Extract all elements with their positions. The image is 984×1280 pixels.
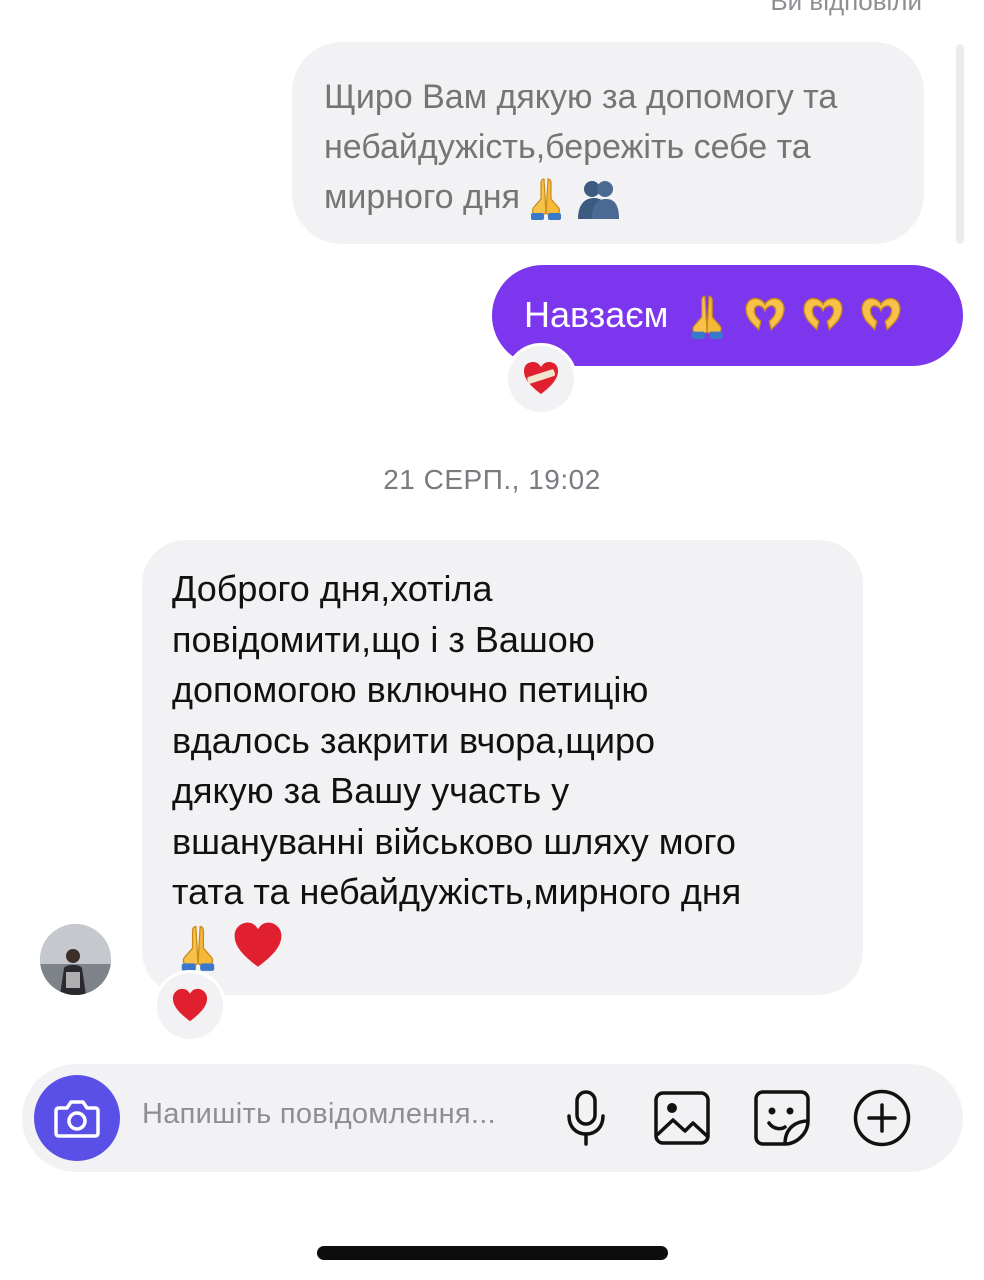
home-indicator[interactable]	[317, 1246, 668, 1260]
quoted-text-line: небайдужість,бережіть себе та	[324, 128, 811, 166]
microphone-icon	[564, 1089, 608, 1147]
gallery-icon	[653, 1090, 711, 1146]
chat-timestamp: 21 СЕРП., 19:02	[383, 464, 601, 495]
reaction-red-heart[interactable]	[154, 970, 226, 1042]
chat-screen: Ви відповіли Щиро Вам дякую за допомогу …	[0, 0, 984, 1280]
sent-message-text: Навзаєм	[524, 294, 669, 335]
message-input[interactable]: Напишіть повідомлення...	[142, 1098, 496, 1131]
camera-icon	[53, 1098, 101, 1138]
red-heart-icon	[171, 987, 209, 1025]
message-composer: Напишіть повідомлення...	[22, 1064, 963, 1172]
microphone-button[interactable]	[556, 1088, 616, 1148]
quoted-message-bubble[interactable]: Щиро Вам дякую за допомогу та небайдужіс…	[292, 42, 924, 244]
folded-hands-icon	[522, 173, 570, 221]
gallery-button[interactable]	[652, 1088, 712, 1148]
received-text-line: вдалось закрити вчора,щиро	[172, 719, 656, 761]
folded-hands-icon	[172, 920, 224, 972]
more-options-button[interactable]	[852, 1088, 912, 1148]
plus-circle-icon	[852, 1088, 912, 1148]
reaction-mending-heart[interactable]	[505, 343, 577, 415]
heart-hands-icon	[856, 290, 906, 340]
received-text-line: дякую за Вашу участь у	[172, 770, 570, 811]
quoted-text-line: мирного дня	[324, 178, 520, 216]
scroll-indicator[interactable]	[956, 44, 964, 244]
received-message-bubble[interactable]: Доброго дня,хотіла повідомити,що і з Ваш…	[142, 540, 863, 995]
received-text-line: повідомити,що і з Вашою	[172, 618, 595, 660]
camera-button[interactable]	[34, 1075, 120, 1161]
sticker-button[interactable]	[752, 1088, 812, 1148]
quoted-text-line: Щиро Вам дякую за допомогу та	[324, 78, 838, 116]
people-hugging-icon	[574, 173, 622, 221]
mending-heart-icon	[521, 359, 561, 399]
received-text-line: допомогою включно петицію	[172, 669, 649, 710]
received-text-line: Доброго дня,хотіла	[172, 568, 493, 609]
sticker-icon	[753, 1089, 811, 1147]
folded-hands-icon	[682, 290, 732, 340]
replied-label: Ви відповіли	[770, 0, 922, 16]
heart-hands-icon	[798, 290, 848, 340]
received-text-line: вшануванні військово шляху мого	[172, 820, 736, 862]
received-text-line: тата та небайдужість,мирного дня	[172, 871, 742, 912]
red-heart-icon	[232, 920, 284, 972]
heart-hands-icon	[740, 290, 790, 340]
sender-avatar[interactable]	[40, 924, 111, 995]
